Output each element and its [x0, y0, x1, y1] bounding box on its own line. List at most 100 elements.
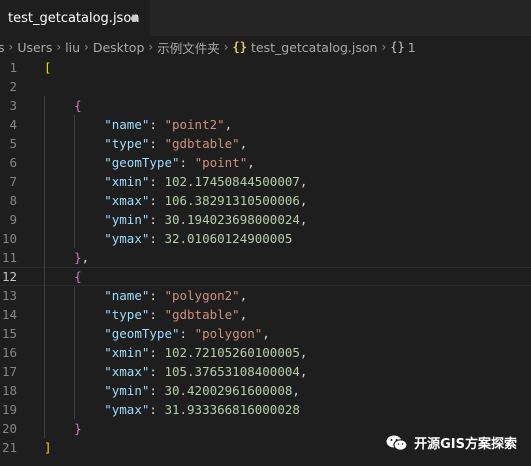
indent-guide [44, 134, 45, 153]
code-line[interactable]: 9 "ymin": 30.194023698000024, [0, 210, 531, 229]
code-line[interactable]: 17 "xmax": 105.37653108400004, [0, 362, 531, 381]
code-content: "ymax": 32.01060124900005 [104, 229, 292, 248]
code-token: } [74, 421, 82, 436]
code-line[interactable]: 11}, [0, 248, 531, 267]
code-token: , [299, 345, 308, 360]
tab-title: test_getcatalog.json [8, 10, 140, 26]
indent-guide [74, 134, 76, 153]
indent-guide [44, 419, 45, 438]
code-token: 31.933366816000028 [164, 402, 300, 417]
code-token: 106.38291310500006 [164, 193, 300, 208]
indent-guide [44, 96, 45, 115]
line-number: 4 [9, 117, 17, 132]
line-number: 16 [1, 345, 17, 360]
code-line[interactable]: 7 "xmin": 102.17450844500007, [0, 172, 531, 191]
indent-guide [74, 343, 76, 362]
unsaved-dot-icon[interactable] [131, 15, 138, 22]
code-token: , [81, 250, 90, 265]
code-line[interactable]: 10 "ymax": 32.01060124900005 [0, 229, 531, 248]
code-token: : [149, 174, 165, 189]
line-number: 15 [1, 326, 17, 341]
code-token: } [74, 250, 82, 265]
breadcrumb-item-folder[interactable]: 示例文件夹 [157, 38, 220, 57]
code-token: 102.72105260100005 [164, 345, 300, 360]
indent-guide [44, 248, 45, 267]
code-token: 102.17450844500007 [164, 174, 300, 189]
code-token: , [247, 155, 255, 170]
line-number: 12 [1, 269, 17, 284]
code-line[interactable]: 4 "name": "point2", [0, 115, 531, 134]
indent-guide [74, 153, 76, 172]
code-content: "ymin": 30.194023698000024, [104, 210, 307, 229]
code-token: "type" [104, 136, 150, 151]
code-editor[interactable]: 1[2 3{4 "name": "point2", 5 "type": "gdbtabl… [0, 58, 531, 466]
indent-guide [44, 324, 45, 343]
code-token: , [299, 174, 308, 189]
line-number: 9 [9, 212, 17, 227]
code-line[interactable]: 3{ [0, 96, 531, 115]
indent-guide [44, 305, 45, 324]
code-line[interactable]: 19 "ymax": 31.933366816000028 [0, 400, 531, 419]
code-token: 32.01060124900005 [164, 231, 293, 246]
code-token: [ [44, 60, 52, 75]
object-symbol-icon: {} [390, 40, 405, 54]
code-line[interactable]: 13 "name": "polygon2", [0, 286, 531, 305]
code-token: : [149, 193, 165, 208]
breadcrumb: s › Users › liu › Desktop › 示例文件夹 › {} t… [0, 36, 531, 58]
code-token: : [179, 326, 195, 341]
code-token: "point2" [164, 117, 225, 132]
line-number: 14 [1, 307, 17, 322]
indent-guide [74, 305, 76, 324]
breadcrumb-item-symbol[interactable]: 1 [408, 40, 416, 55]
line-number: 20 [1, 421, 17, 436]
breadcrumb-item-desktop[interactable]: Desktop [93, 40, 145, 55]
code-content: "name": "polygon2", [104, 286, 247, 305]
watermark: 开源GIS方案探索 [386, 433, 517, 452]
chevron-right-icon: › [8, 40, 14, 54]
code-line[interactable]: 18 "ymin": 30.42002961600008, [0, 381, 531, 400]
editor-tab[interactable]: test_getcatalog.json [0, 0, 150, 36]
code-token: "point" [194, 155, 248, 170]
code-line[interactable]: 5 "type": "gdbtable", [0, 134, 531, 153]
breadcrumb-item-liu[interactable]: liu [65, 40, 80, 55]
code-content: [ [44, 58, 52, 77]
wechat-icon [386, 435, 408, 451]
code-content: } [74, 419, 82, 438]
chevron-right-icon: › [148, 40, 154, 54]
breadcrumb-item-file[interactable]: test_getcatalog.json [251, 40, 377, 55]
code-line[interactable]: 8 "xmax": 106.38291310500006, [0, 191, 531, 210]
chevron-right-icon: › [56, 40, 62, 54]
line-number: 13 [1, 288, 17, 303]
breadcrumb-item-users[interactable]: Users [17, 40, 52, 55]
code-content: "xmin": 102.17450844500007, [104, 172, 307, 191]
code-token: , [299, 212, 308, 227]
code-line[interactable]: 1[ [0, 58, 531, 77]
json-file-icon: {} [232, 40, 247, 54]
code-token: "ymax" [104, 231, 150, 246]
code-content: "geomType": "polygon", [104, 324, 270, 343]
code-line[interactable]: 15 "geomType": "polygon", [0, 324, 531, 343]
code-content: "ymax": 31.933366816000028 [104, 400, 300, 419]
code-token: "gdbtable" [164, 307, 240, 322]
code-line[interactable]: 6 "geomType": "point", [0, 153, 531, 172]
code-token: : [149, 364, 165, 379]
code-token: : [149, 345, 165, 360]
line-number: 1 [9, 60, 17, 75]
code-line[interactable]: 2 [0, 77, 531, 96]
code-content: "geomType": "point", [104, 153, 255, 172]
code-token: "xmin" [104, 174, 150, 189]
chevron-right-icon: › [223, 40, 229, 54]
breadcrumb-item-root[interactable]: s [0, 40, 5, 55]
line-number: 3 [9, 98, 17, 113]
indent-guide [74, 210, 76, 229]
code-content: "xmin": 102.72105260100005, [104, 343, 307, 362]
code-token: "ymin" [104, 383, 150, 398]
code-line[interactable]: 14 "type": "gdbtable", [0, 305, 531, 324]
watermark-text: 开源GIS方案探索 [414, 437, 517, 452]
code-line[interactable]: 16 "xmin": 102.72105260100005, [0, 343, 531, 362]
indent-guide [44, 191, 45, 210]
indent-guide [44, 343, 45, 362]
code-line[interactable]: 12 { [0, 267, 531, 286]
line-number: 17 [1, 364, 17, 379]
line-number: 6 [9, 155, 17, 170]
